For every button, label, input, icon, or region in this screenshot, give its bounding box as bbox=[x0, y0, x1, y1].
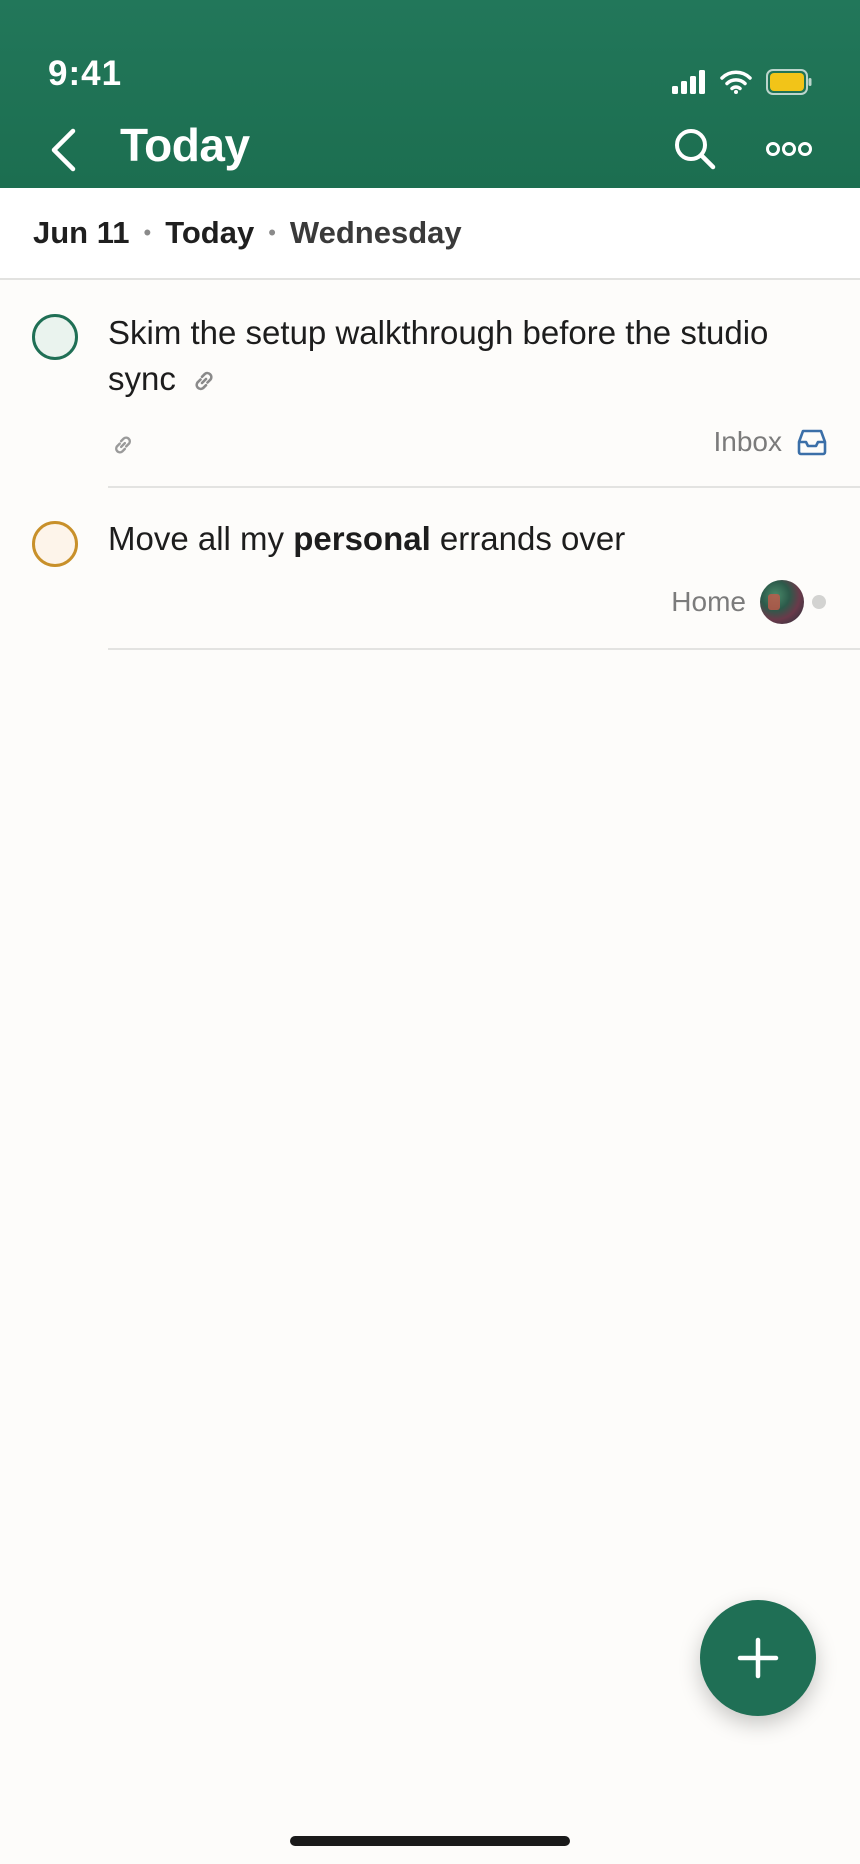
status-time: 9:41 bbox=[48, 54, 123, 93]
search-button[interactable] bbox=[670, 124, 720, 174]
search-icon bbox=[675, 129, 716, 170]
task-title-text-start: Move all my bbox=[108, 520, 294, 557]
date-label: Jun 11 bbox=[33, 215, 130, 250]
more-button[interactable] bbox=[754, 124, 824, 174]
relative-day-label: Today bbox=[165, 215, 255, 250]
battery-icon bbox=[766, 69, 812, 95]
task-project[interactable]: Inbox bbox=[714, 426, 829, 458]
cellular-signal-icon bbox=[672, 70, 705, 94]
today-screen: 9:41 Today Jun 11 • Today • Wednesday Sk… bbox=[0, 0, 860, 1864]
inbox-icon bbox=[797, 429, 827, 456]
add-task-button[interactable] bbox=[700, 1600, 816, 1716]
project-label: Home bbox=[671, 586, 746, 617]
home-indicator bbox=[290, 1836, 570, 1846]
task-complete-checkbox[interactable] bbox=[32, 314, 78, 360]
wifi-icon bbox=[720, 70, 752, 94]
app-header: 9:41 Today bbox=[0, 0, 860, 188]
more-horizontal-icon bbox=[766, 142, 812, 156]
link-indicator-icon bbox=[115, 436, 131, 454]
task-complete-checkbox[interactable] bbox=[32, 521, 78, 567]
task-title-text-bold: personal bbox=[293, 520, 431, 557]
separator-dot: • bbox=[143, 220, 152, 245]
project-label: Inbox bbox=[713, 426, 783, 457]
back-button[interactable] bbox=[40, 122, 86, 178]
page-title: Today bbox=[120, 119, 250, 171]
task-row[interactable]: Move all my personal errands over Home bbox=[0, 488, 860, 650]
date-strip: Jun 11 • Today • Wednesday bbox=[0, 188, 860, 280]
separator-dot: • bbox=[268, 220, 276, 245]
link-icon bbox=[195, 372, 213, 391]
task-title: Skim the setup walkthrough before the st… bbox=[108, 310, 790, 402]
task-title: Move all my personal errands over bbox=[108, 516, 790, 562]
task-row[interactable]: Skim the setup walkthrough before the st… bbox=[0, 282, 860, 488]
task-divider bbox=[108, 648, 860, 650]
weekday-label: Wednesday bbox=[289, 215, 462, 250]
chevron-left-icon bbox=[51, 128, 76, 172]
plus-icon bbox=[737, 1637, 779, 1679]
status-icons bbox=[672, 66, 812, 98]
avatar bbox=[760, 580, 804, 624]
task-title-text-end: errands over bbox=[430, 520, 626, 557]
presence-dot bbox=[812, 595, 826, 609]
task-project[interactable]: Home bbox=[671, 580, 826, 624]
